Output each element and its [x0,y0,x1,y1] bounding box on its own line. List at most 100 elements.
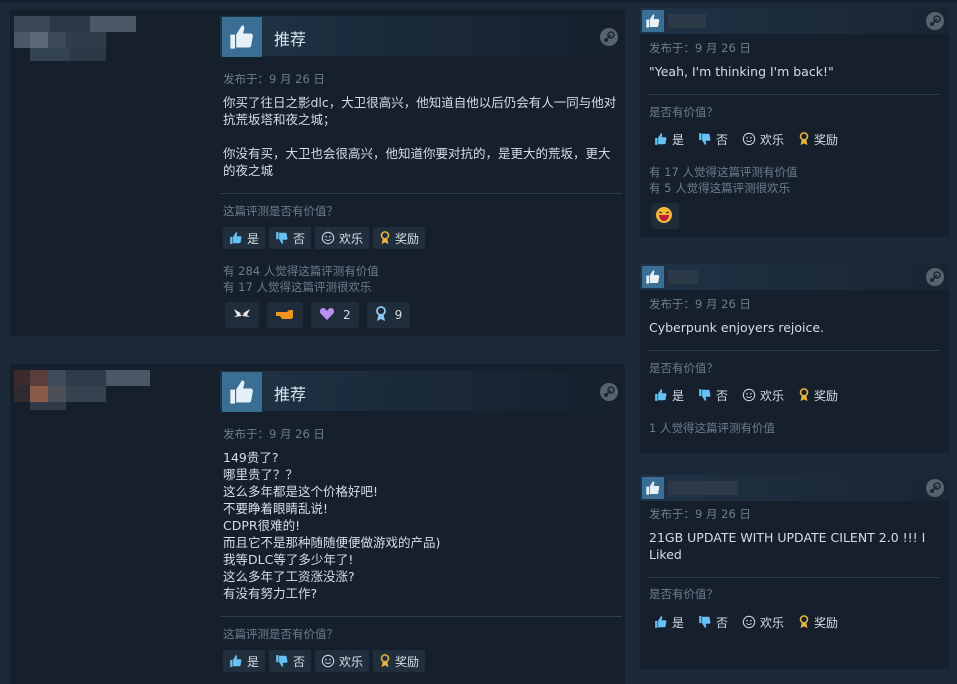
vote-yes-button[interactable]: 是 [648,611,690,633]
vote-funny-label: 欢乐 [760,615,785,630]
reviewer-avatar-blurred[interactable] [14,16,144,61]
steam-logo-icon [926,479,944,497]
helpful-question: 是否有价值？ [649,361,718,375]
reviewer-avatar-blurred[interactable] [14,370,154,410]
vote-no-label: 否 [293,654,306,669]
award-ribbon-icon [798,132,810,146]
review-card: 推荐 发布于：9 月 26 日 你买了往日之影dlc，大卫很高兴，他知道自他以后… [10,10,625,336]
wings-icon [233,307,251,324]
posted-date: 发布于：9 月 26 日 [223,427,325,441]
vote-buttons: 是 否 欢乐 奖励 [648,611,844,633]
divider [220,616,622,617]
award-button[interactable]: 奖励 [792,384,844,406]
pointing-hand-icon [275,308,295,323]
award-count: 2 [343,308,351,322]
smiley-face-icon [321,231,335,245]
thumbs-up-icon [222,372,262,412]
award-pointing-hand[interactable] [267,302,303,328]
side-review-header[interactable] [640,475,949,501]
recommendation-header[interactable]: 推荐 [220,16,622,57]
side-review-header[interactable] [640,8,949,34]
steam-logo-icon [600,383,618,401]
thumbs-down-icon [698,388,712,402]
award-label: 奖励 [814,388,839,403]
side-review-card: 发布于：9 月 26 日 "Yeah, I'm thinking I'm bac… [640,8,949,237]
recommendation-header[interactable]: 推荐 [220,371,622,412]
vote-no-button[interactable]: 否 [692,384,734,406]
smiley-face-icon [742,132,756,146]
awards-row: 2 9 [225,302,411,328]
award-ribbon[interactable]: 9 [366,302,411,328]
thumbs-up-icon [654,388,668,402]
helpful-question: 是否有价值？ [649,105,718,119]
posted-date: 发布于：9 月 26 日 [649,41,751,55]
divider [648,350,940,351]
vote-yes-button[interactable]: 是 [648,384,690,406]
helpful-question: 这篇评测是否有价值？ [223,627,338,641]
steam-logo-icon [926,268,944,286]
vote-funny-button[interactable]: 欢乐 [315,227,370,249]
review-text: 149贵了? 哪里贵了？？ 这么多年都是这个价格好吧! 不要睁着眼睛乱说! CD… [223,450,441,601]
heart-hands-icon [319,307,335,324]
ribbon-icon [375,305,387,325]
vote-funny-button[interactable]: 欢乐 [736,611,790,633]
recommendation-title: 推荐 [274,30,307,49]
review-card: 推荐 发布于：9 月 26 日 149贵了? 哪里贵了？？ 这么多年都是这个价格… [10,364,625,684]
vote-funny-label: 欢乐 [760,388,785,403]
award-heart-hands[interactable]: 2 [311,302,359,328]
vote-no-label: 否 [716,388,729,403]
award-count: 9 [394,308,403,322]
vote-yes-button[interactable]: 是 [648,128,690,150]
thumbs-up-icon [654,615,668,629]
posted-date: 发布于：9 月 26 日 [649,507,751,521]
thumbs-up-icon [642,266,664,288]
thumbs-up-icon [642,477,664,499]
side-review-card: 发布于：9 月 26 日 21GB UPDATE WITH UPDATE CIL… [640,475,949,669]
divider [648,577,940,578]
vote-funny-label: 欢乐 [339,231,364,246]
review-text: 21GB UPDATE WITH UPDATE CILENT 2.0 !!! I… [649,530,926,562]
awards-row [651,203,679,229]
helpful-question: 这篇评测是否有价值？ [223,204,338,218]
thumbs-down-icon [698,132,712,146]
review-text: 你买了往日之影dlc，大卫很高兴，他知道自他以后仍会有人一同与他对抗荒坂塔和夜之… [223,95,617,178]
helpful-question: 是否有价值？ [649,587,718,601]
vote-no-label: 否 [716,132,729,147]
review-text: "Yeah, I'm thinking I'm back!" [649,64,834,79]
award-ribbon-icon [798,615,810,629]
vote-yes-label: 是 [247,654,260,669]
vote-funny-button[interactable]: 欢乐 [736,128,790,150]
award-wings[interactable] [225,302,259,328]
reviewer-name-blurred [668,270,698,284]
award-button[interactable]: 奖励 [373,227,426,249]
thumbs-up-icon [654,132,668,146]
award-button[interactable]: 奖励 [792,128,844,150]
vote-yes-button[interactable]: 是 [223,227,266,249]
thumbs-down-icon [698,615,712,629]
side-review-header[interactable] [640,264,949,290]
divider [648,94,940,95]
reviewer-name-blurred [668,481,738,495]
award-button[interactable]: 奖励 [792,611,844,633]
vote-no-label: 否 [293,231,306,246]
vote-funny-label: 欢乐 [339,654,364,669]
thumbs-down-icon [275,654,289,668]
thumbs-down-icon [275,231,289,245]
divider [220,193,622,194]
thumbs-up-icon [222,17,262,57]
smiley-face-icon [321,654,335,668]
funny-count: 有 5 人觉得这篇评测很欢乐 [649,181,791,195]
smiley-face-icon [742,615,756,629]
smiley-face-icon [742,388,756,402]
award-laughing-face[interactable] [651,203,679,229]
award-ribbon-icon [798,388,810,402]
award-label: 奖励 [395,654,420,669]
vote-no-button[interactable]: 否 [692,611,734,633]
vote-no-button[interactable]: 否 [269,227,312,249]
reviewer-name-blurred [668,14,706,28]
vote-funny-button[interactable]: 欢乐 [736,384,790,406]
steam-logo-icon [926,12,944,30]
vote-no-button[interactable]: 否 [692,128,734,150]
side-review-card: 发布于：9 月 26 日 Cyberpunk enjoyers rejoice.… [640,264,949,453]
top-edge [0,0,957,3]
